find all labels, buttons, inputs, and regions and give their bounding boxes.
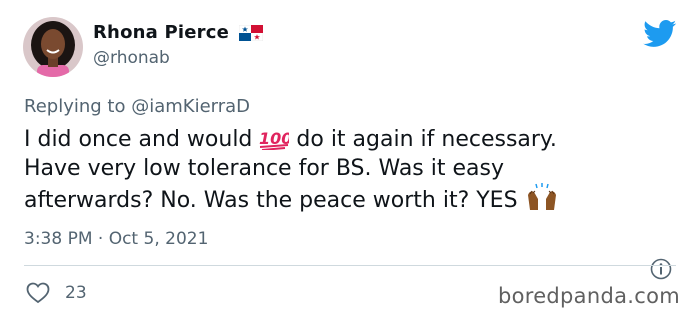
info-icon[interactable]: [650, 258, 672, 280]
like-button[interactable]: 23: [26, 282, 87, 304]
tweet-timestamp[interactable]: 3:38 PM · Oct 5, 2021: [24, 229, 208, 249]
avatar[interactable]: [23, 17, 83, 77]
like-count: 23: [65, 283, 87, 303]
author-name-line: Rhona Pierce: [93, 22, 263, 43]
replying-to-line: Replying to @iamKierraD: [24, 96, 250, 117]
divider: [24, 265, 676, 266]
reply-mention-link[interactable]: @iamKierraD: [131, 96, 250, 117]
tweet-text-line2: Have very low tolerance for BS. Was it e…: [24, 156, 504, 181]
tweet-text-line1-end: do it again if necessary.: [289, 127, 557, 152]
hundred-points-emoji: 100: [259, 129, 289, 150]
avatar-image: [23, 17, 83, 77]
author-handle[interactable]: @rhonab: [93, 48, 170, 68]
panama-flag-icon: [239, 24, 263, 41]
replying-to-prefix: Replying to: [24, 96, 132, 117]
twitter-bird-icon[interactable]: [643, 20, 677, 48]
tweet-text-line1-start: I did once and would: [24, 127, 260, 152]
boredpanda-watermark: boredpanda.com: [497, 284, 680, 308]
tweet-text: I did once and would 100 do it again if …: [24, 125, 674, 215]
author-name[interactable]: Rhona Pierce: [93, 22, 229, 43]
raising-hands-emoji: [527, 183, 556, 210]
heart-icon: [26, 282, 50, 304]
tweet-text-line3: afterwards? No. Was the peace worth it? …: [24, 188, 525, 213]
